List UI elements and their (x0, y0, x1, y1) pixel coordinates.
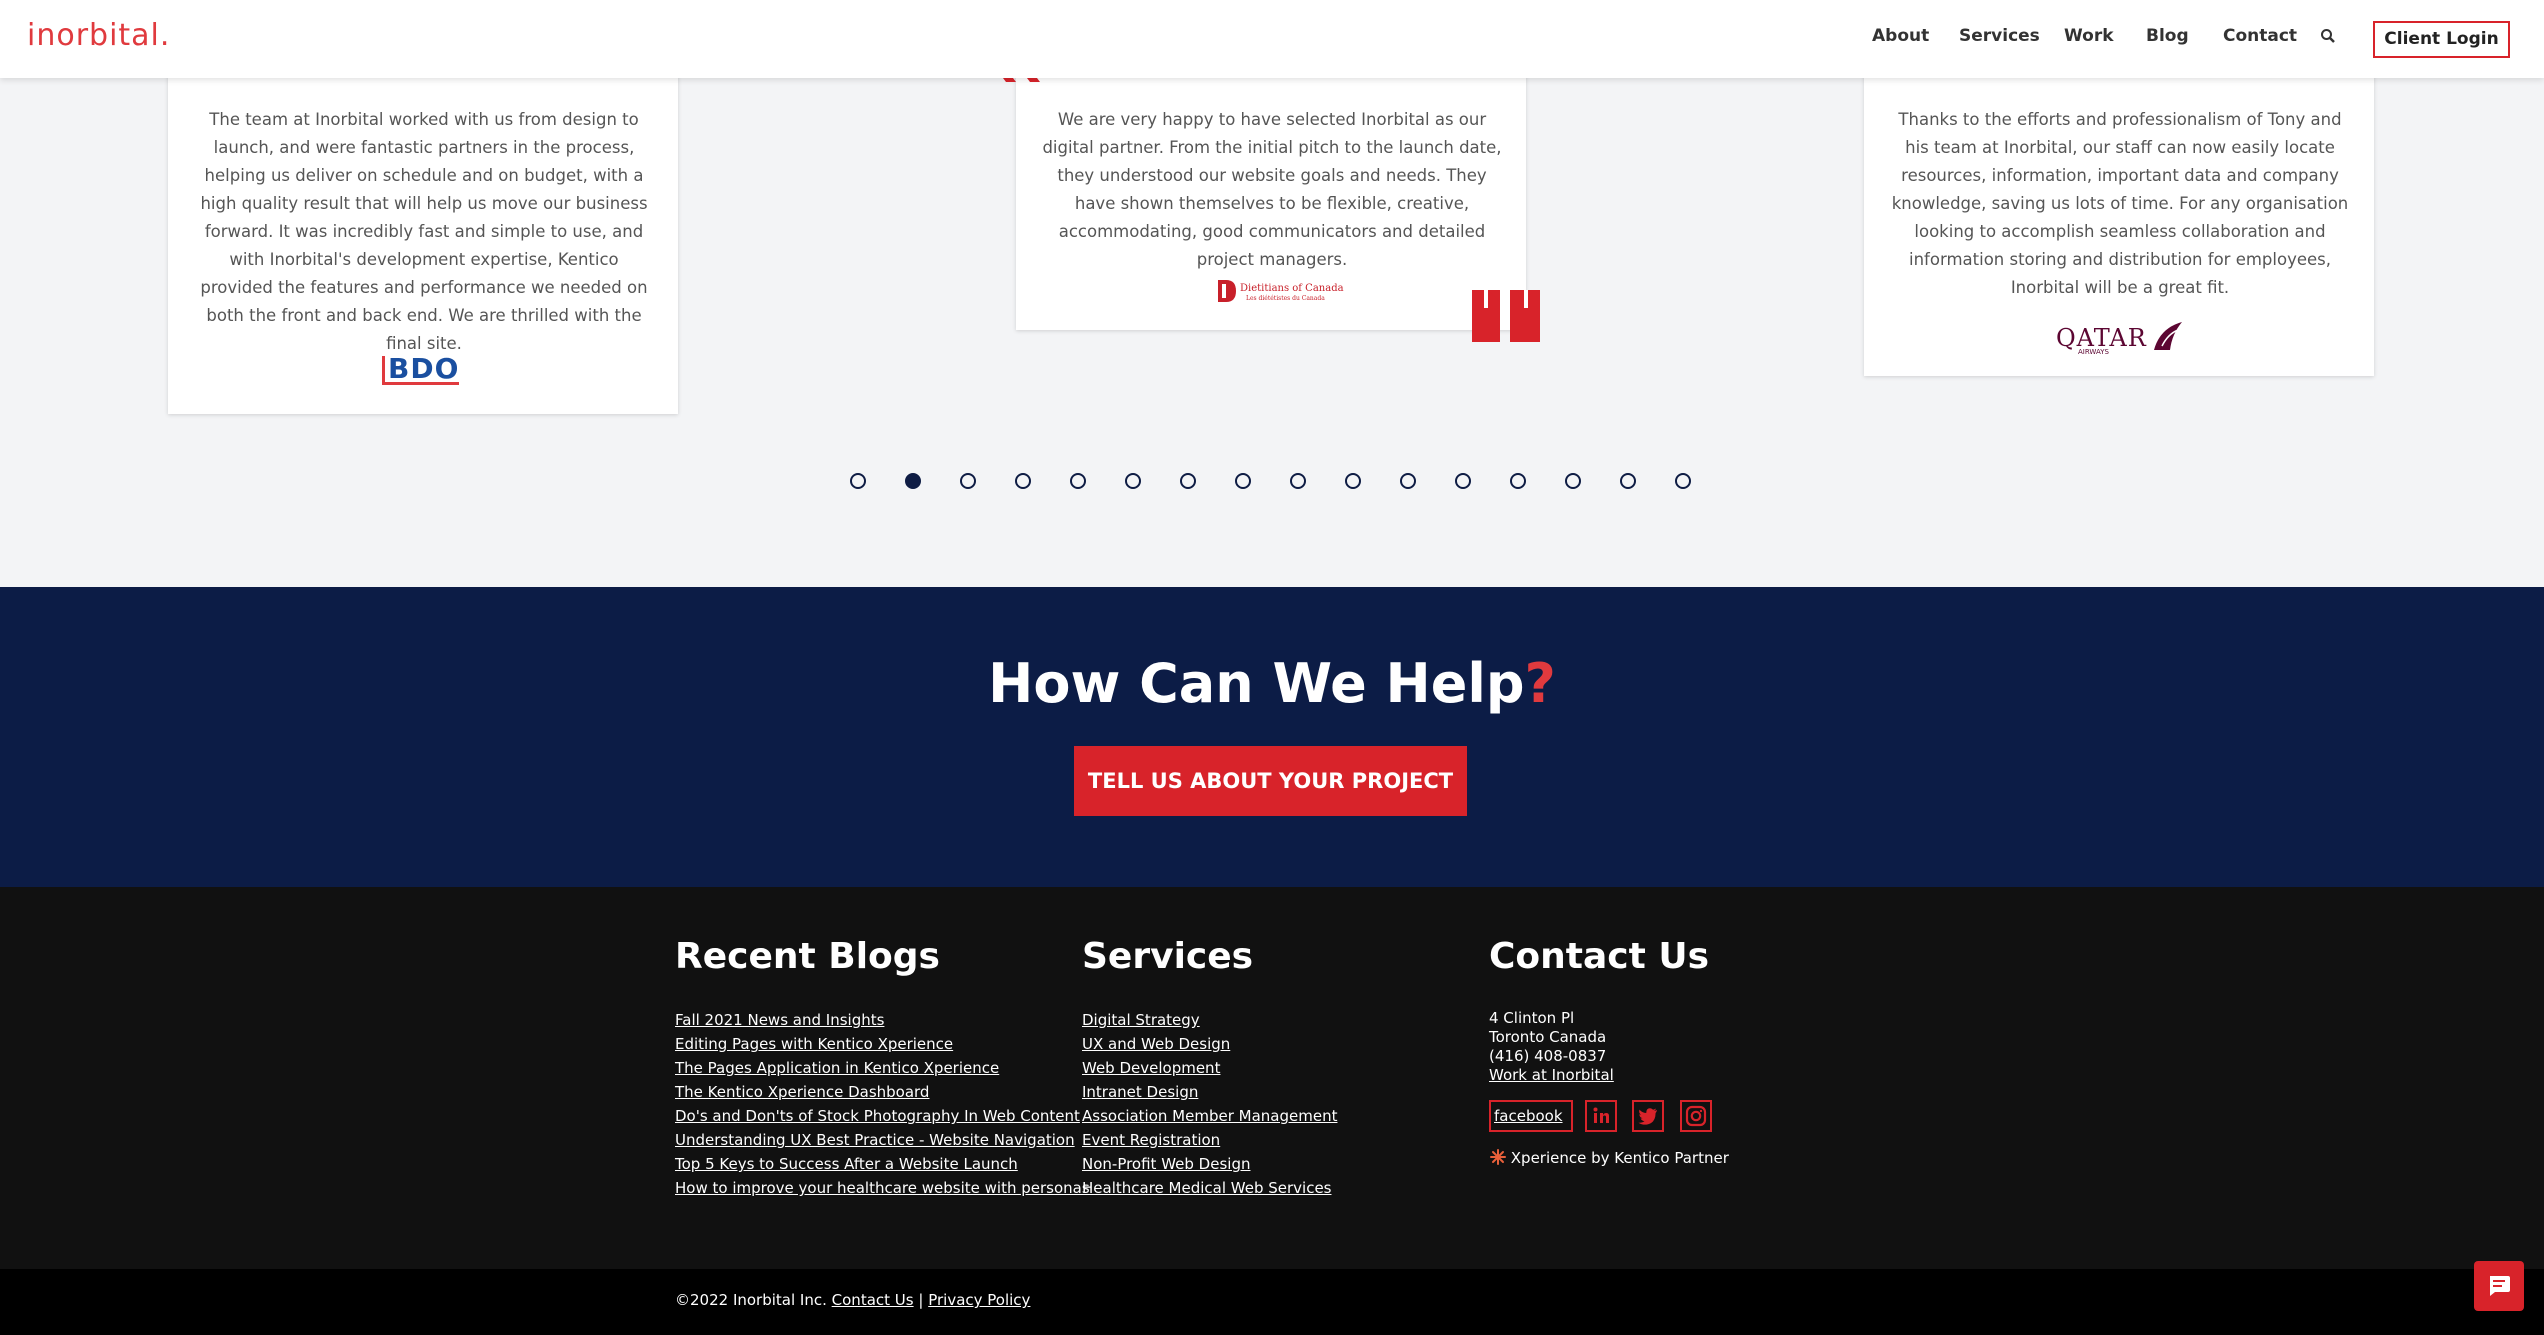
carousel-dot[interactable] (1565, 473, 1581, 489)
chat-icon[interactable] (2474, 1261, 2524, 1311)
services-heading: Services (1082, 936, 1254, 977)
cta-section: How Can We Help? TELL US ABOUT YOUR PROJ… (0, 587, 2544, 887)
testimonial-text: The team at Inorbital worked with us fro… (200, 110, 648, 353)
tell-us-about-project-button[interactable]: TELL US ABOUT YOUR PROJECT (1074, 746, 1467, 816)
blog-link[interactable]: Understanding UX Best Practice - Website… (675, 1128, 1090, 1152)
nav-services[interactable]: Services (1959, 26, 2040, 46)
bdo-logo: BDO (382, 355, 460, 385)
carousel-dot[interactable] (1180, 473, 1196, 489)
testimonial-card: The team at Inorbital worked with us fro… (168, 70, 678, 414)
testimonial-text: Thanks to the efforts and professionalis… (1891, 110, 2349, 297)
bottom-bar: ©2022 Inorbital Inc. Contact Us | Privac… (0, 1269, 2544, 1335)
work-at-inorbital-link[interactable]: Work at Inorbital (1489, 1066, 1614, 1085)
site-logo[interactable]: inorbital. (27, 18, 170, 53)
nav-about[interactable]: About (1872, 26, 1929, 46)
carousel-dot[interactable] (1620, 473, 1636, 489)
instagram-icon[interactable] (1680, 1100, 1712, 1132)
qatar-airways-logo: QATAR AIRWAYS (2056, 320, 2186, 356)
blog-link[interactable]: Fall 2021 News and Insights (675, 1008, 1090, 1032)
copyright: ©2022 Inorbital Inc. Contact Us | Privac… (675, 1291, 1031, 1309)
carousel-dot[interactable] (1510, 473, 1526, 489)
carousel-dot[interactable] (1290, 473, 1306, 489)
testimonial-text: We are very happy to have selected Inorb… (1042, 110, 1502, 269)
search-icon[interactable] (2320, 28, 2340, 48)
carousel-dot[interactable] (1070, 473, 1086, 489)
linkedin-icon[interactable] (1585, 1100, 1617, 1132)
contact-info: 4 Clinton Pl Toronto Canada (416) 408-08… (1489, 1009, 1614, 1085)
privacy-policy-link[interactable]: Privacy Policy (928, 1291, 1030, 1309)
service-link[interactable]: Non-Profit Web Design (1082, 1152, 1337, 1176)
carousel-dot[interactable] (850, 473, 866, 489)
dietitians-logo: Dietitians of Canada Les diététistes du … (1216, 278, 1344, 308)
service-link[interactable]: Healthcare Medical Web Services (1082, 1176, 1337, 1200)
kentico-icon (1490, 1149, 1506, 1165)
phone-number[interactable]: (416) 408-0837 (1489, 1047, 1614, 1066)
nav-work[interactable]: Work (2064, 26, 2114, 46)
close-quote-icon (1470, 286, 1542, 342)
address-line: Toronto Canada (1489, 1028, 1607, 1046)
site-header: inorbital. About Services Work Blog Cont… (0, 0, 2544, 78)
site-footer: Recent Blogs Fall 2021 News and Insights… (0, 887, 2544, 1269)
service-link[interactable]: Event Registration (1082, 1128, 1337, 1152)
nav-blog[interactable]: Blog (2146, 26, 2189, 46)
client-login-button[interactable]: Client Login (2373, 21, 2510, 58)
testimonial-card: Thanks to the efforts and professionalis… (1864, 70, 2374, 376)
service-link[interactable]: Digital Strategy (1082, 1008, 1337, 1032)
services-list: Digital Strategy UX and Web Design Web D… (1082, 1008, 1337, 1200)
twitter-icon[interactable] (1632, 1100, 1664, 1132)
blog-link[interactable]: How to improve your healthcare website w… (675, 1176, 1090, 1200)
testimonial-card: We are very happy to have selected Inorb… (1016, 70, 1526, 330)
recent-blogs-list: Fall 2021 News and Insights Editing Page… (675, 1008, 1090, 1200)
service-link[interactable]: Association Member Management (1082, 1104, 1337, 1128)
kentico-partner: Xperience by Kentico Partner (1490, 1149, 1729, 1167)
carousel-dot[interactable] (1235, 473, 1251, 489)
blog-link[interactable]: Editing Pages with Kentico Xperience (675, 1032, 1090, 1056)
cta-heading: How Can We Help? (988, 652, 1556, 715)
blog-link[interactable]: The Pages Application in Kentico Xperien… (675, 1056, 1090, 1080)
blog-link[interactable]: The Kentico Xperience Dashboard (675, 1080, 1090, 1104)
service-link[interactable]: UX and Web Design (1082, 1032, 1337, 1056)
carousel-dot[interactable] (960, 473, 976, 489)
carousel-dot-active[interactable] (905, 473, 921, 489)
nav-contact[interactable]: Contact (2223, 26, 2297, 46)
carousel-dot[interactable] (1015, 473, 1031, 489)
contact-heading: Contact Us (1489, 936, 1710, 977)
carousel-dot[interactable] (1345, 473, 1361, 489)
contact-us-link[interactable]: Contact Us (832, 1291, 914, 1309)
blog-link[interactable]: Do's and Don'ts of Stock Photography In … (675, 1104, 1090, 1128)
blog-link[interactable]: Top 5 Keys to Success After a Website La… (675, 1152, 1090, 1176)
service-link[interactable]: Web Development (1082, 1056, 1337, 1080)
service-link[interactable]: Intranet Design (1082, 1080, 1337, 1104)
address-line: 4 Clinton Pl (1489, 1009, 1575, 1027)
carousel-dot[interactable] (1400, 473, 1416, 489)
carousel-dot[interactable] (1125, 473, 1141, 489)
recent-blogs-heading: Recent Blogs (675, 936, 940, 977)
facebook-icon[interactable]: facebook (1489, 1100, 1573, 1132)
carousel-dot[interactable] (1455, 473, 1471, 489)
carousel-dot[interactable] (1675, 473, 1691, 489)
